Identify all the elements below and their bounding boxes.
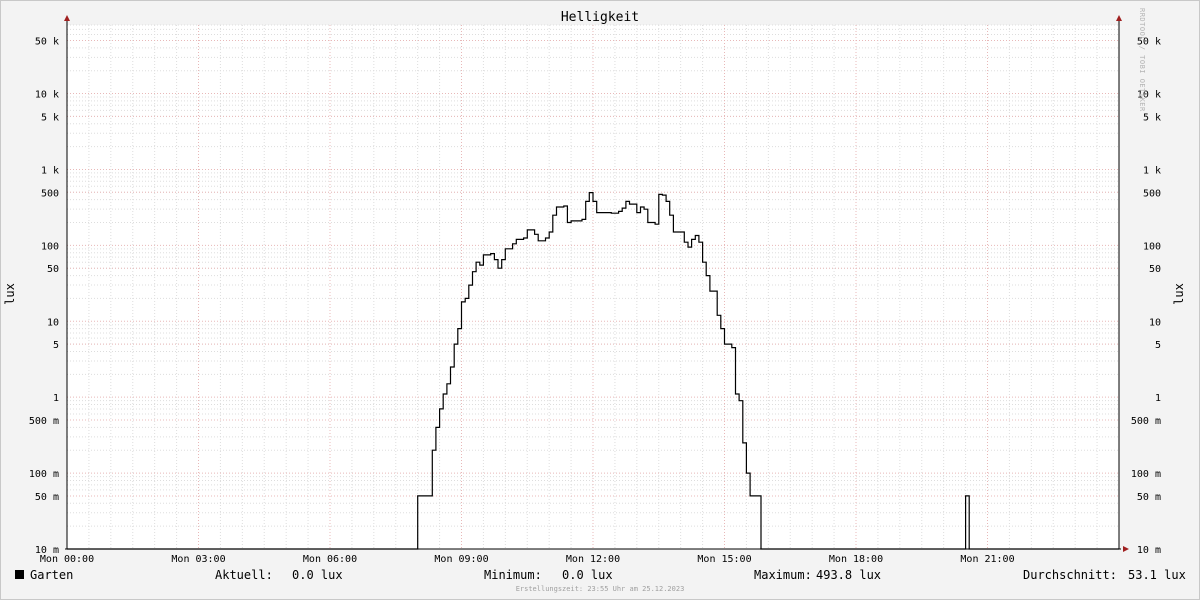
y-tick-label-left: 50 bbox=[47, 264, 59, 275]
y-tick-label-left: 50 k bbox=[35, 36, 59, 47]
y-tick-label-right: 100 m bbox=[1131, 469, 1161, 480]
chart-title: Helligkeit bbox=[560, 10, 640, 25]
legend-swatch bbox=[15, 570, 24, 579]
y-tick-label-right: 500 m bbox=[1131, 416, 1161, 427]
y-tick-label-left: 10 k bbox=[35, 90, 59, 101]
y-tick-label-left: 50 m bbox=[35, 492, 59, 503]
legend-current-value: 0.0 lux bbox=[292, 568, 343, 582]
chart-canvas: 50 k 50 k10 k 10 k5 k5 k1 k1 k500 500100 100… bbox=[29, 15, 1161, 565]
x-tick-label: Mon 12:00 bbox=[566, 554, 620, 565]
x-tick-label: Mon 15:00 bbox=[697, 554, 751, 565]
y-tick-label-left: 5 k bbox=[41, 112, 59, 123]
y-tick-label-left: 1 k bbox=[41, 165, 59, 176]
footer-timestamp: Erstellungszeit: 23:55 Uhr am 25.12.2023 bbox=[515, 585, 685, 593]
x-tick-label: Mon 09:00 bbox=[434, 554, 488, 565]
legend-avg-label: Durchschnitt: bbox=[1023, 568, 1117, 582]
y-tick-label-right: 50 bbox=[1149, 264, 1161, 275]
legend-max-label: Maximum: bbox=[754, 568, 812, 582]
legend-avg-value: 53.1 lux bbox=[1128, 568, 1186, 582]
x-tick-label: Mon 21:00 bbox=[960, 554, 1014, 565]
x-tick-label: Mon 18:00 bbox=[829, 554, 883, 565]
y-tick-label-right: 500 bbox=[1143, 188, 1161, 199]
x-tick-label: Mon 00:00 bbox=[40, 554, 94, 565]
y-tick-label-left: 100 bbox=[41, 241, 59, 252]
legend-series-name: Garten bbox=[30, 568, 74, 582]
y-tick-label-right: 1 k bbox=[1143, 165, 1161, 176]
y-axis-label-right: lux bbox=[1172, 283, 1186, 305]
y-tick-label-right: 10 m bbox=[1137, 545, 1161, 556]
y-tick-label-right: 5 k bbox=[1143, 112, 1161, 123]
x-tick-label: Mon 03:00 bbox=[171, 554, 225, 565]
y-tick-label-left: 500 m bbox=[29, 416, 59, 427]
legend-current-label: Aktuell: bbox=[215, 568, 273, 582]
y-tick-label-left: 100 m bbox=[29, 469, 59, 480]
y-axis-label-left: lux bbox=[3, 283, 17, 305]
y-tick-label-left: 10 bbox=[47, 317, 59, 328]
y-tick-label-left: 5 bbox=[53, 340, 59, 351]
x-axis-arrow bbox=[1123, 546, 1129, 552]
y-tick-label-right: 50 m bbox=[1137, 492, 1161, 503]
y-tick-label-left: 1 bbox=[53, 393, 59, 404]
legend-min-value: 0.0 lux bbox=[562, 568, 613, 582]
y-tick-label-right: 5 bbox=[1155, 340, 1161, 351]
y-tick-label-left: 500 bbox=[41, 188, 59, 199]
y-tick-label-right: 100 bbox=[1143, 241, 1161, 252]
x-tick-label: Mon 06:00 bbox=[303, 554, 357, 565]
legend-min-label: Minimum: bbox=[484, 568, 542, 582]
watermark-text: RRDTOOL / TOBI OETIKER bbox=[1138, 8, 1146, 112]
legend-max-value: 493.8 lux bbox=[816, 568, 882, 582]
y-tick-label-right: 10 bbox=[1149, 317, 1161, 328]
y-tick-label-right: 1 bbox=[1155, 393, 1161, 404]
